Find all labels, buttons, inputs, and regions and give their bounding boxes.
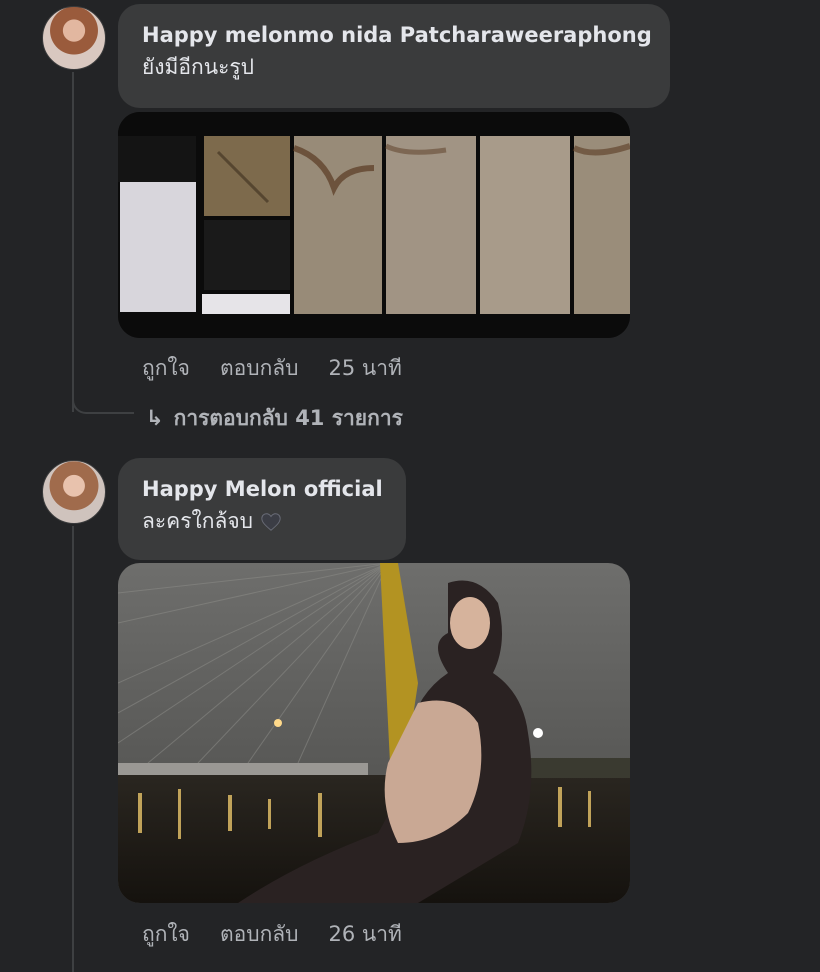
black-heart-icon <box>261 513 281 531</box>
tiles-photo <box>118 112 630 338</box>
comment-bubble: Happy Melon official ละครใกล้จบ <box>118 458 406 560</box>
avatar[interactable] <box>42 460 106 524</box>
comment-text-content: ละครใกล้จบ <box>142 509 253 533</box>
avatar[interactable] <box>42 6 106 70</box>
comment-time[interactable]: 26 นาที <box>329 918 402 951</box>
comment-actions: ถูกใจ ตอบกลับ 26 นาที <box>142 918 402 951</box>
replies-count-label: การตอบกลับ 41 รายการ <box>173 406 403 430</box>
comment-actions: ถูกใจ ตอบกลับ 25 นาที <box>142 352 402 385</box>
thread-branch <box>72 396 134 414</box>
comment-author[interactable]: Happy melonmo nida Patcharaweeraphong <box>142 22 652 48</box>
reply-button[interactable]: ตอบกลับ <box>220 918 299 951</box>
comment-photo[interactable] <box>118 563 630 903</box>
comment-bubble: Happy melonmo nida Patcharaweeraphong ยั… <box>118 4 670 108</box>
comment-photo[interactable] <box>118 112 630 338</box>
view-replies-link[interactable]: ↳ การตอบกลับ 41 รายการ <box>146 402 403 435</box>
reply-button[interactable]: ตอบกลับ <box>220 352 299 385</box>
comment-text: ยังมีอีกนะรูป <box>142 55 254 79</box>
comment-time[interactable]: 25 นาที <box>329 352 402 385</box>
thread-line <box>72 72 74 412</box>
comment-author[interactable]: Happy Melon official <box>142 476 383 502</box>
thread-line <box>72 526 74 972</box>
like-button[interactable]: ถูกใจ <box>142 352 190 385</box>
comment-text: ละครใกล้จบ <box>142 506 382 536</box>
like-button[interactable]: ถูกใจ <box>142 918 190 951</box>
bridge-photo <box>118 563 630 903</box>
reply-arrow-icon: ↳ <box>146 406 164 430</box>
